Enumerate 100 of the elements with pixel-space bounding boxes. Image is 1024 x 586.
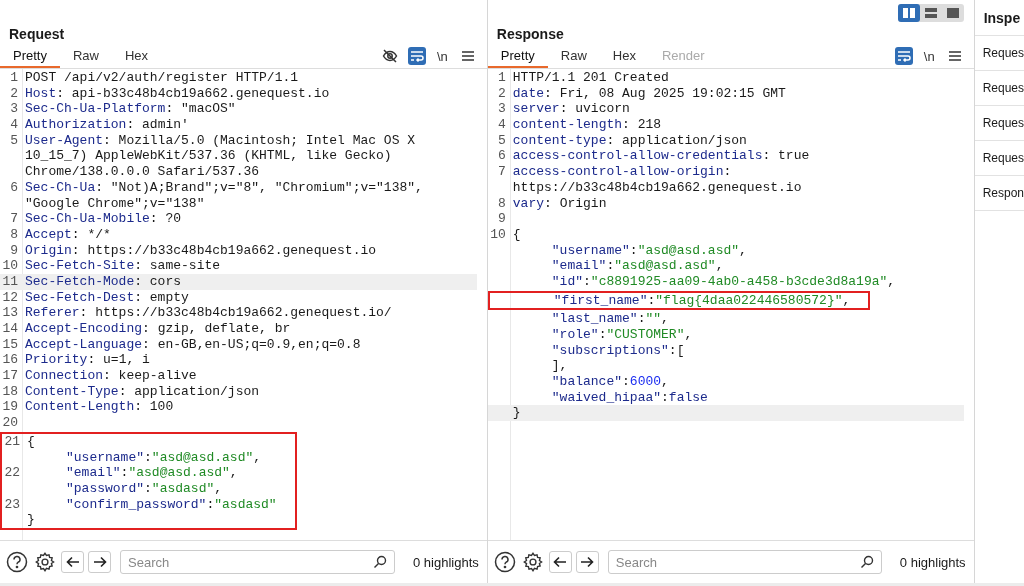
code-line: Sec-Ch-Ua-Mobile: ?0	[24, 211, 182, 227]
inspector-item[interactable]: Respon	[974, 176, 1024, 211]
code-line: "email":"asd@asd.asd",	[65, 465, 238, 481]
code-line: {	[26, 433, 35, 450]
forward-button[interactable]	[575, 551, 599, 573]
eye-off-icon[interactable]	[380, 47, 399, 65]
view-tab[interactable]: Hex	[112, 44, 162, 68]
code-line: server: uvicorn	[511, 101, 630, 118]
code-line: Origin: https://b33c48b4cb19a662.genequest.io	[24, 242, 377, 259]
code-line: Accept-Encoding: gzip, deflate, br	[24, 321, 291, 337]
search-field[interactable]: Search	[607, 550, 882, 574]
line-number: 8	[497, 195, 507, 212]
code-line: "last_name":"",	[550, 311, 669, 327]
help-icon[interactable]	[492, 550, 517, 574]
code-line: }	[511, 405, 521, 422]
code-line: https://b33c48b4cb19a662.genequest.io	[511, 179, 802, 196]
search-icon	[373, 555, 388, 569]
code-line: 10_15_7) AppleWebKit/537.36 (KHTML, like Gecko)	[24, 148, 392, 165]
line-number: 10	[1, 258, 19, 274]
inspector-item[interactable]: Reques	[974, 71, 1024, 106]
line-number: 8	[9, 226, 19, 243]
code-line: Sec-Fetch-Mode: cors	[24, 273, 182, 290]
view-tab[interactable]: Raw	[59, 44, 112, 68]
line-number: 20	[1, 415, 19, 431]
back-button[interactable]	[548, 551, 572, 573]
line-number: 2	[497, 85, 507, 102]
line-number: 3	[497, 101, 507, 118]
code-line: vary: Origin	[511, 195, 607, 212]
layout-columns-button[interactable]	[897, 4, 920, 22]
code-line: Chrome/138.0.0.0 Safari/537.36	[24, 164, 260, 180]
code-line: POST /api/v2/auth/register HTTP/1.1	[24, 70, 299, 86]
code-line: "id":"c8891925-aa09-4ab0-a458-b3cde3d8a19a",	[550, 273, 896, 290]
line-number: 19	[1, 399, 19, 416]
code-line: date: Fri, 08 Aug 2025 19:02:15 GMT	[511, 85, 786, 102]
right-arrow-icon	[92, 556, 107, 568]
highlights-count: 0 highlights	[413, 554, 479, 570]
line-number: 9	[9, 242, 19, 259]
code-line: "Google Chrome";v="138"	[24, 195, 205, 212]
line-number: 1	[9, 70, 19, 86]
search-icon	[859, 555, 874, 569]
line-number: 1	[497, 70, 507, 86]
left-arrow-icon	[553, 556, 568, 568]
code-line: Sec-Ch-Ua: "Not)A;Brand";v="8", "Chromium";v="138",	[24, 179, 423, 196]
line-number: 17	[1, 368, 19, 384]
newline-toggle[interactable]: \n	[434, 48, 450, 64]
line-number: 12	[1, 289, 19, 306]
line-number: 9	[497, 211, 507, 227]
line-number: 22	[3, 465, 21, 481]
line-number: 2	[9, 85, 19, 102]
newline-toggle[interactable]: \n	[921, 48, 937, 64]
view-tab[interactable]: Raw	[547, 44, 600, 68]
panel-title: Response	[496, 26, 564, 42]
right-arrow-icon	[580, 556, 595, 568]
code-line: Sec-Fetch-Dest: empty	[24, 289, 189, 306]
line-number: 4	[9, 117, 19, 133]
line-number: 16	[1, 352, 19, 369]
wrap-icon[interactable]	[407, 47, 426, 65]
code-line: Referer: https://b33c48b4cb19a662.genequest.io/	[24, 305, 392, 321]
settings-icon[interactable]	[33, 550, 57, 574]
line-number: 6	[497, 148, 507, 165]
line-number: 6	[9, 179, 19, 196]
code-line: content-length: 218	[511, 117, 662, 133]
code-line: Content-Length: 100	[24, 399, 174, 416]
inspector-title: Inspe	[983, 10, 1021, 26]
inspector-item[interactable]: Reques	[974, 141, 1024, 176]
code-line: "username":"asd@asd.asd",	[550, 242, 747, 259]
line-number: 7	[9, 211, 19, 227]
code-line: Host: api-b33c48b4cb19a662.genequest.io	[24, 85, 330, 102]
code-line: User-Agent: Mozilla/5.0 (Macintosh; Intel Mac OS X	[24, 132, 416, 149]
code-line: Connection: keep-alive	[24, 368, 197, 384]
line-number: 5	[497, 132, 507, 149]
line-number: 18	[1, 383, 19, 400]
wrap-icon[interactable]	[894, 47, 913, 65]
line-number: 21	[3, 433, 21, 450]
code-line: Accept: */*	[24, 226, 111, 243]
inspector-item[interactable]: Reques	[974, 106, 1024, 141]
code-line: Priority: u=1, i	[24, 352, 150, 369]
line-number: 11	[1, 273, 19, 290]
code-line: Authorization: admin'	[24, 117, 189, 133]
code-line: "password":"asdasd",	[65, 480, 223, 497]
view-tab[interactable]: Hex	[599, 44, 649, 68]
single-pane-icon	[946, 8, 959, 18]
code-line: content-type: application/json	[511, 132, 747, 149]
line-number: 23	[3, 496, 21, 513]
code-line: "subscriptions":[	[550, 342, 685, 359]
code-line: ],	[550, 358, 568, 375]
back-button[interactable]	[61, 551, 84, 573]
code-line: Sec-Ch-Ua-Platform: "macOS"	[24, 101, 236, 118]
forward-button[interactable]	[88, 551, 111, 573]
help-icon[interactable]	[5, 550, 29, 574]
inspector-item[interactable]: Reques	[974, 36, 1024, 71]
code-line: access-control-allow-origin:	[511, 164, 732, 180]
search-field[interactable]: Search	[120, 550, 396, 574]
line-number: 5	[9, 132, 19, 149]
code-line: "email":"asd@asd.asd",	[550, 258, 724, 274]
code-line: {	[511, 226, 521, 243]
line-number: 3	[9, 101, 19, 118]
code-line: "confirm_password":"asdasd"	[65, 496, 277, 513]
code-line: "first_name":"flag{4daa022446580572}",	[552, 292, 851, 309]
rows-icon	[924, 8, 937, 18]
